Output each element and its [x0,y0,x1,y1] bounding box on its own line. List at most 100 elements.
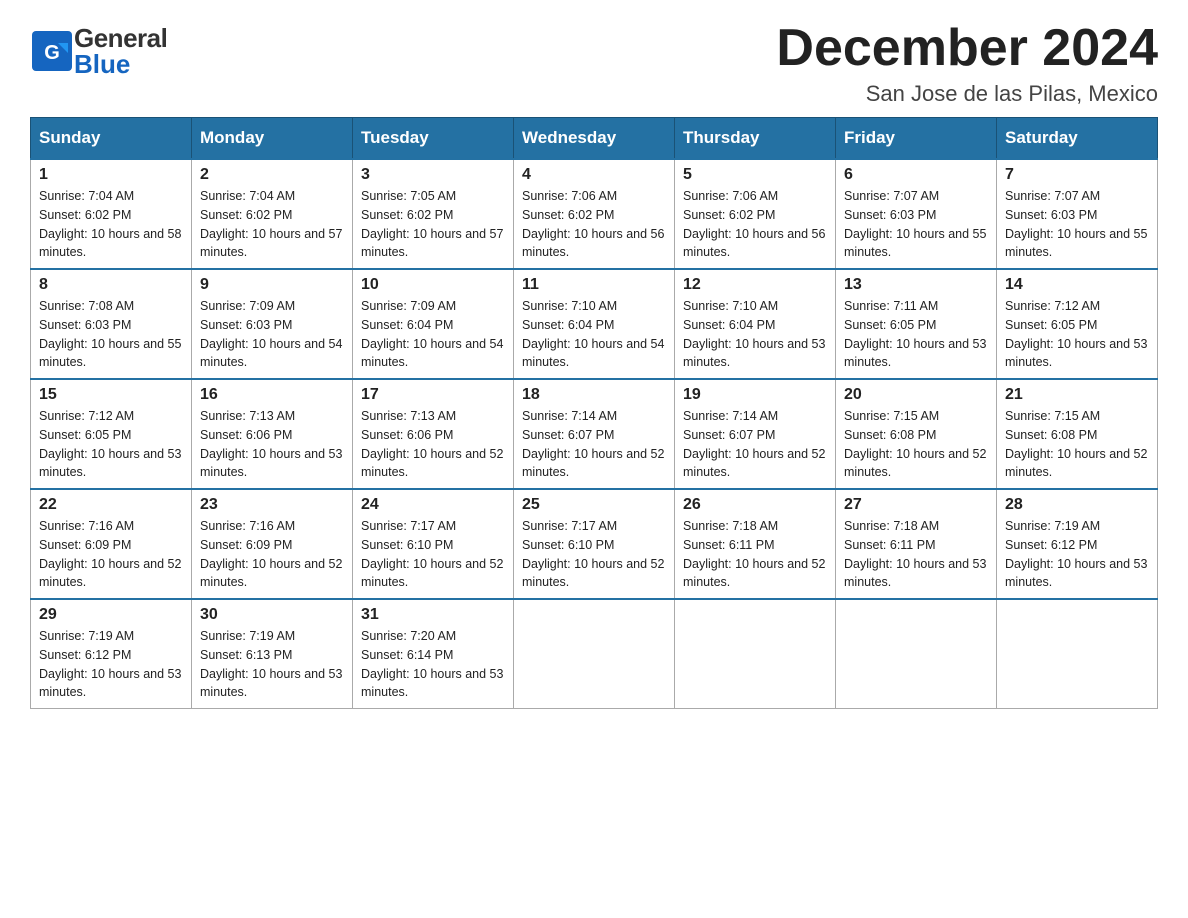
calendar-cell: 12 Sunrise: 7:10 AMSunset: 6:04 PMDaylig… [675,269,836,379]
day-info: Sunrise: 7:09 AMSunset: 6:03 PMDaylight:… [200,299,342,369]
day-info: Sunrise: 7:13 AMSunset: 6:06 PMDaylight:… [200,409,342,479]
day-number: 5 [683,166,827,184]
day-number: 7 [1005,166,1149,184]
day-number: 21 [1005,386,1149,404]
day-number: 1 [39,166,183,184]
calendar-cell: 20 Sunrise: 7:15 AMSunset: 6:08 PMDaylig… [836,379,997,489]
day-info: Sunrise: 7:14 AMSunset: 6:07 PMDaylight:… [683,409,825,479]
calendar-week-5: 29 Sunrise: 7:19 AMSunset: 6:12 PMDaylig… [31,599,1158,709]
day-info: Sunrise: 7:16 AMSunset: 6:09 PMDaylight:… [200,519,342,589]
day-number: 22 [39,496,183,514]
calendar-cell: 17 Sunrise: 7:13 AMSunset: 6:06 PMDaylig… [353,379,514,489]
day-info: Sunrise: 7:13 AMSunset: 6:06 PMDaylight:… [361,409,503,479]
day-info: Sunrise: 7:06 AMSunset: 6:02 PMDaylight:… [522,189,664,259]
calendar-cell: 19 Sunrise: 7:14 AMSunset: 6:07 PMDaylig… [675,379,836,489]
calendar-cell: 16 Sunrise: 7:13 AMSunset: 6:06 PMDaylig… [192,379,353,489]
calendar-cell: 5 Sunrise: 7:06 AMSunset: 6:02 PMDayligh… [675,159,836,269]
day-number: 23 [200,496,344,514]
day-number: 24 [361,496,505,514]
day-number: 29 [39,606,183,624]
day-number: 8 [39,276,183,294]
day-info: Sunrise: 7:11 AMSunset: 6:05 PMDaylight:… [844,299,986,369]
logo-blue-text: Blue [74,51,167,77]
svg-text:G: G [44,42,60,64]
calendar-cell [997,599,1158,709]
calendar-cell: 18 Sunrise: 7:14 AMSunset: 6:07 PMDaylig… [514,379,675,489]
calendar-cell: 1 Sunrise: 7:04 AMSunset: 6:02 PMDayligh… [31,159,192,269]
calendar-week-4: 22 Sunrise: 7:16 AMSunset: 6:09 PMDaylig… [31,489,1158,599]
day-info: Sunrise: 7:09 AMSunset: 6:04 PMDaylight:… [361,299,503,369]
day-info: Sunrise: 7:20 AMSunset: 6:14 PMDaylight:… [361,629,503,699]
page-header: G General Blue December 2024 San Jose de… [30,20,1158,107]
day-info: Sunrise: 7:10 AMSunset: 6:04 PMDaylight:… [522,299,664,369]
day-number: 4 [522,166,666,184]
day-number: 20 [844,386,988,404]
day-number: 13 [844,276,988,294]
weekday-header-row: SundayMondayTuesdayWednesdayThursdayFrid… [31,118,1158,160]
day-info: Sunrise: 7:18 AMSunset: 6:11 PMDaylight:… [844,519,986,589]
day-number: 11 [522,276,666,294]
calendar-cell: 3 Sunrise: 7:05 AMSunset: 6:02 PMDayligh… [353,159,514,269]
calendar-cell: 13 Sunrise: 7:11 AMSunset: 6:05 PMDaylig… [836,269,997,379]
calendar-cell: 21 Sunrise: 7:15 AMSunset: 6:08 PMDaylig… [997,379,1158,489]
calendar-cell: 25 Sunrise: 7:17 AMSunset: 6:10 PMDaylig… [514,489,675,599]
calendar-cell [514,599,675,709]
day-info: Sunrise: 7:18 AMSunset: 6:11 PMDaylight:… [683,519,825,589]
calendar-cell: 24 Sunrise: 7:17 AMSunset: 6:10 PMDaylig… [353,489,514,599]
day-info: Sunrise: 7:04 AMSunset: 6:02 PMDaylight:… [200,189,342,259]
calendar-cell: 15 Sunrise: 7:12 AMSunset: 6:05 PMDaylig… [31,379,192,489]
day-number: 17 [361,386,505,404]
day-number: 27 [844,496,988,514]
day-info: Sunrise: 7:08 AMSunset: 6:03 PMDaylight:… [39,299,181,369]
weekday-header-saturday: Saturday [997,118,1158,160]
title-section: December 2024 San Jose de las Pilas, Mex… [776,20,1158,107]
day-number: 3 [361,166,505,184]
weekday-header-sunday: Sunday [31,118,192,160]
day-info: Sunrise: 7:19 AMSunset: 6:12 PMDaylight:… [1005,519,1147,589]
location: San Jose de las Pilas, Mexico [776,81,1158,107]
day-number: 28 [1005,496,1149,514]
weekday-header-tuesday: Tuesday [353,118,514,160]
calendar-cell: 9 Sunrise: 7:09 AMSunset: 6:03 PMDayligh… [192,269,353,379]
calendar-cell: 2 Sunrise: 7:04 AMSunset: 6:02 PMDayligh… [192,159,353,269]
calendar-week-1: 1 Sunrise: 7:04 AMSunset: 6:02 PMDayligh… [31,159,1158,269]
calendar-cell: 31 Sunrise: 7:20 AMSunset: 6:14 PMDaylig… [353,599,514,709]
day-number: 18 [522,386,666,404]
day-info: Sunrise: 7:12 AMSunset: 6:05 PMDaylight:… [1005,299,1147,369]
day-info: Sunrise: 7:06 AMSunset: 6:02 PMDaylight:… [683,189,825,259]
weekday-header-friday: Friday [836,118,997,160]
day-number: 14 [1005,276,1149,294]
day-info: Sunrise: 7:15 AMSunset: 6:08 PMDaylight:… [844,409,986,479]
weekday-header-monday: Monday [192,118,353,160]
calendar-cell [836,599,997,709]
day-info: Sunrise: 7:04 AMSunset: 6:02 PMDaylight:… [39,189,181,259]
day-info: Sunrise: 7:19 AMSunset: 6:12 PMDaylight:… [39,629,181,699]
day-number: 26 [683,496,827,514]
day-info: Sunrise: 7:07 AMSunset: 6:03 PMDaylight:… [844,189,986,259]
day-number: 25 [522,496,666,514]
day-info: Sunrise: 7:19 AMSunset: 6:13 PMDaylight:… [200,629,342,699]
day-number: 16 [200,386,344,404]
calendar-cell: 23 Sunrise: 7:16 AMSunset: 6:09 PMDaylig… [192,489,353,599]
logo-general-text: General [74,25,167,51]
calendar-cell: 10 Sunrise: 7:09 AMSunset: 6:04 PMDaylig… [353,269,514,379]
day-number: 12 [683,276,827,294]
day-info: Sunrise: 7:15 AMSunset: 6:08 PMDaylight:… [1005,409,1147,479]
calendar-cell: 8 Sunrise: 7:08 AMSunset: 6:03 PMDayligh… [31,269,192,379]
calendar-cell: 27 Sunrise: 7:18 AMSunset: 6:11 PMDaylig… [836,489,997,599]
day-number: 10 [361,276,505,294]
calendar-cell: 7 Sunrise: 7:07 AMSunset: 6:03 PMDayligh… [997,159,1158,269]
calendar-cell: 22 Sunrise: 7:16 AMSunset: 6:09 PMDaylig… [31,489,192,599]
calendar-cell: 11 Sunrise: 7:10 AMSunset: 6:04 PMDaylig… [514,269,675,379]
month-title: December 2024 [776,20,1158,77]
day-info: Sunrise: 7:07 AMSunset: 6:03 PMDaylight:… [1005,189,1147,259]
calendar-cell [675,599,836,709]
day-info: Sunrise: 7:12 AMSunset: 6:05 PMDaylight:… [39,409,181,479]
weekday-header-thursday: Thursday [675,118,836,160]
day-number: 15 [39,386,183,404]
logo: G General Blue [30,20,167,77]
weekday-header-wednesday: Wednesday [514,118,675,160]
day-number: 19 [683,386,827,404]
calendar-week-2: 8 Sunrise: 7:08 AMSunset: 6:03 PMDayligh… [31,269,1158,379]
calendar-cell: 29 Sunrise: 7:19 AMSunset: 6:12 PMDaylig… [31,599,192,709]
